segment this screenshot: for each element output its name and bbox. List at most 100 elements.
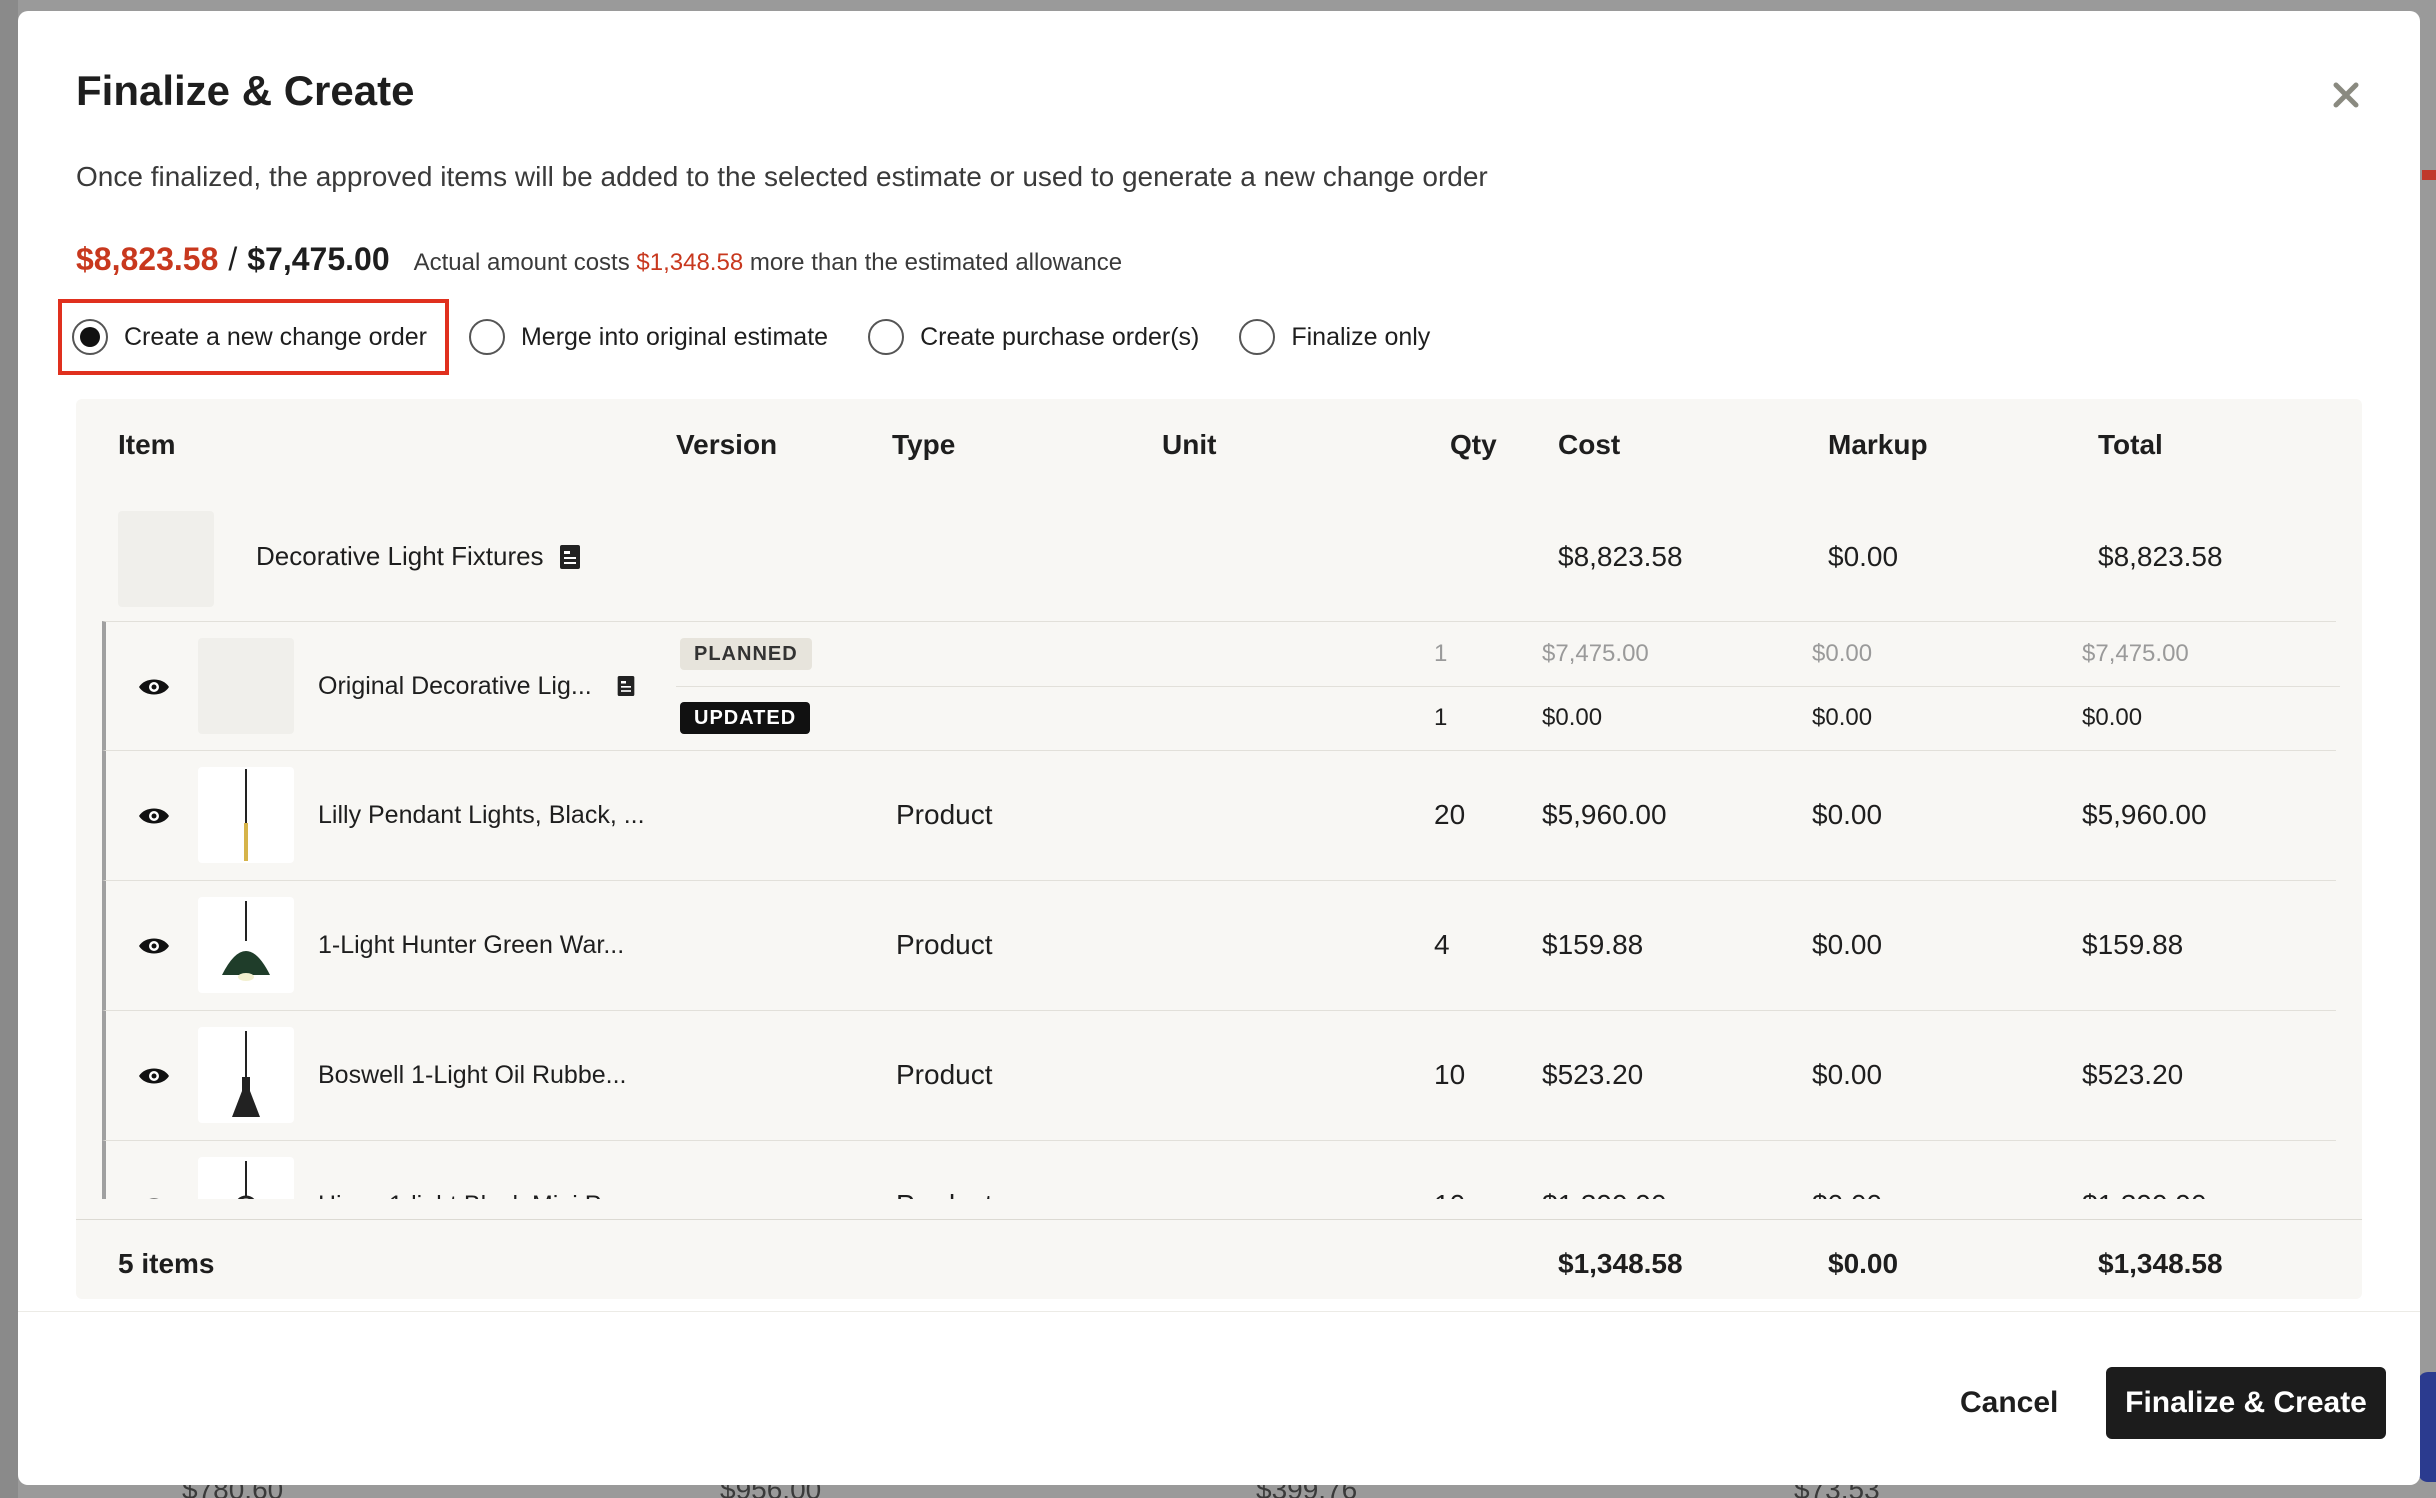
item-markup: $0.00 [1812,1189,1882,1199]
option-create-change-order[interactable]: Create a new change order [58,299,449,375]
item-type: Product [896,929,993,960]
table-row[interactable]: Lilly Pendant Lights, Black, ... Product… [102,751,2336,881]
item-cost: $1,399.90 [1542,1189,1667,1199]
item-thumbnail [198,767,294,863]
note-suffix: more than the estimated allowance [749,249,1123,276]
eye-icon[interactable] [138,805,170,827]
estimate-doc-icon [560,545,580,569]
updated-badge: UPDATED [680,702,811,734]
planned-markup: $0.00 [1812,640,1873,667]
finalize-create-button[interactable]: Finalize & Create [2106,1367,2386,1439]
planned-badge: PLANNED [680,638,812,670]
item-cost: $5,960.00 [1542,799,1667,830]
item-total: $5,960.00 [2082,799,2207,830]
column-markup: Markup [1828,429,1928,460]
item-name: Original Decorative Lig... [318,672,592,700]
green-pendant-image [222,901,270,981]
updated-total: $0.00 [2082,704,2143,731]
column-item: Item [118,429,176,460]
column-total: Total [2098,429,2163,460]
item-cost: $159.88 [1542,929,1644,960]
cancel-button[interactable]: Cancel [1940,1367,2078,1439]
table-row[interactable]: Boswell 1-Light Oil Rubbe... Product 10 … [102,1011,2336,1141]
item-markup: $0.00 [1812,799,1883,830]
finalize-create-modal: Finalize & Create Once finalized, the ap… [18,11,2420,1485]
footer-divider [18,1311,2420,1312]
black-pendant-image [232,1031,260,1117]
item-name: Boswell 1-Light Oil Rubbe... [318,1061,627,1089]
estimated-amount: $7,475.00 [247,241,390,277]
finalize-options: Create a new change order Merge into ori… [58,299,1450,375]
eye-icon[interactable] [138,676,170,698]
option-label: Merge into original estimate [520,322,829,351]
item-thumbnail [198,638,294,734]
column-type: Type [892,429,956,460]
estimate-doc-icon [617,676,635,696]
table-row[interactable]: Hines 1-light Black Mini Pe... Product 1… [102,1141,2336,1199]
radio-unselected[interactable] [1239,319,1276,355]
column-cost: Cost [1558,429,1621,460]
option-label: Finalize only [1291,322,1431,351]
group-total: $8,823.58 [2098,541,2223,572]
item-qty: 10 [1434,1189,1465,1199]
footer-total: $1,348.58 [2098,1248,2223,1279]
column-qty: Qty [1450,429,1497,460]
eye-icon[interactable] [138,1065,170,1087]
item-type: Product [896,1059,993,1090]
item-total: $523.20 [2082,1059,2184,1090]
group-name: Decorative Light Fixtures [256,541,544,571]
table-header: Item Version Type Unit Qty Cost Markup T… [76,429,2362,489]
amount-separator: / [228,241,238,277]
option-finalize-only[interactable]: Finalize only [1219,299,1450,375]
planned-qty: 1 [1434,640,1448,667]
item-name: Lilly Pendant Lights, Black, ... [318,801,645,829]
option-label: Create a new change order [124,322,427,351]
table-footer: 5 items $1,348.58 $0.00 $1,348.58 [76,1219,2362,1299]
actual-amount: $8,823.58 [76,241,219,277]
item-type: Product [896,799,993,830]
item-qty: 20 [1434,799,1466,830]
item-qty: 4 [1434,929,1450,960]
item-thumbnail [198,1157,294,1199]
group-markup: $0.00 [1828,541,1899,572]
item-qty: 10 [1434,1059,1466,1090]
item-count: 5 items [118,1248,215,1279]
option-label: Create purchase order(s) [920,322,1200,351]
item-total: $159.88 [2082,929,2184,960]
note-prefix: Actual amount costs [413,249,630,276]
item-markup: $0.00 [1812,929,1883,960]
table-row[interactable]: 1-Light Hunter Green War... Product 4 $1… [102,881,2336,1011]
item-markup: $0.00 [1812,1059,1883,1090]
option-create-purchase-orders[interactable]: Create purchase order(s) [848,299,1219,375]
item-name: Hines 1-light Black Mini Pe... [318,1191,636,1199]
radio-unselected[interactable] [868,319,905,355]
option-merge-estimate[interactable]: Merge into original estimate [449,299,848,375]
column-unit: Unit [1162,429,1217,460]
eye-icon[interactable] [138,1195,170,1199]
column-version: Version [676,429,778,460]
item-name: 1-Light Hunter Green War... [318,931,625,959]
version-divider [676,686,2340,687]
amount-note: Actual amount costs $1,348.58 more than … [414,249,1122,277]
group-thumbnail [118,511,214,607]
table-row[interactable]: Original Decorative Lig... PLANNED UPDAT… [102,621,2340,751]
radio-selected[interactable] [72,319,108,355]
pendant-light-image [244,769,248,861]
modal-description: Once finalized, the approved items will … [76,161,1488,192]
group-cost: $8,823.58 [1558,541,1683,572]
close-button[interactable] [2326,75,2366,115]
updated-cost: $0.00 [1542,704,1603,731]
group-row[interactable]: Decorative Light Fixtures $8,823.58 $0.0… [76,499,2362,619]
planned-total: $7,475.00 [2082,640,2189,667]
background-sidebar [0,0,18,1498]
amount-summary: $8,823.58 / $7,475.00 Actual amount cost… [76,241,1122,278]
planned-cost: $7,475.00 [1542,640,1649,667]
item-total: $1,399.90 [2082,1189,2207,1199]
item-cost: $523.20 [1542,1059,1644,1090]
items-table: Item Version Type Unit Qty Cost Markup T… [76,399,2362,1299]
mini-pendant-image [237,1161,255,1199]
table-body: Decorative Light Fixtures $8,823.58 $0.0… [76,499,2362,1199]
eye-icon[interactable] [138,935,170,957]
background-side-tab [2418,1372,2436,1482]
radio-unselected[interactable] [468,319,505,355]
